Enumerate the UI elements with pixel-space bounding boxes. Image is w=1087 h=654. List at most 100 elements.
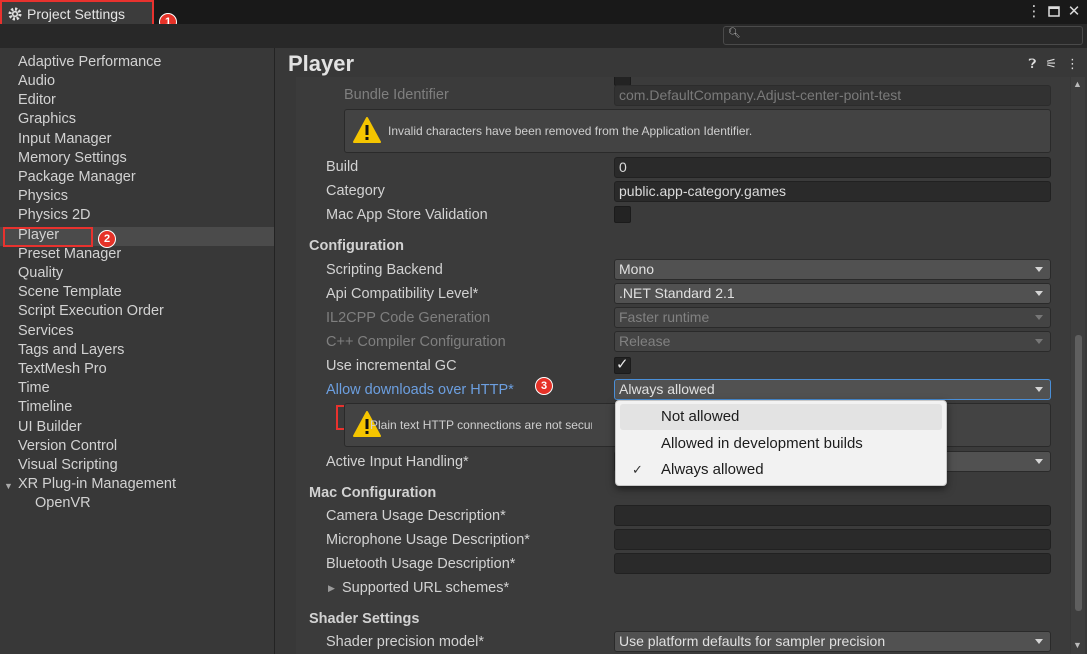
sidebar-item-services[interactable]: Services: [18, 322, 74, 341]
cpp-compiler-dropdown[interactable]: Release: [614, 331, 1051, 352]
scroll-down-icon[interactable]: ▼: [1073, 640, 1082, 650]
allow-http-label: Allow downloads over HTTP*: [326, 382, 514, 398]
sidebar-item-adaptive-performance[interactable]: Adaptive Performance: [18, 53, 161, 72]
configuration-heading: Configuration: [309, 238, 405, 254]
microphone-usage-label: Microphone Usage Description*: [326, 532, 530, 548]
expand-arrow-icon[interactable]: ▶: [328, 583, 335, 594]
scripting-backend-value: Mono: [619, 261, 655, 277]
build-field[interactable]: 0: [614, 157, 1051, 178]
more-vert-icon[interactable]: ⋮: [1066, 56, 1079, 72]
api-compat-dropdown[interactable]: .NET Standard 2.1: [614, 283, 1051, 304]
chevron-down-icon: [1035, 339, 1043, 344]
active-input-label: Active Input Handling*: [326, 454, 469, 470]
il2cpp-codegen-label: IL2CPP Code Generation: [326, 310, 491, 326]
popup-option-label: Always allowed: [661, 461, 764, 478]
more-vert-icon[interactable]: ⋮: [1027, 2, 1042, 20]
close-icon[interactable]: ✕: [1067, 2, 1081, 20]
shader-precision-value: Use platform defaults for sampler precis…: [619, 633, 886, 649]
mac-app-store-validation-label: Mac App Store Validation: [326, 207, 488, 223]
search-row: 🔍︎: [0, 24, 1087, 48]
sidebar-item-xr-plugin-management[interactable]: XR Plug-in Management: [18, 475, 176, 494]
sidebar-item-input-manager[interactable]: Input Manager: [18, 130, 112, 149]
sidebar-item-memory-settings[interactable]: Memory Settings: [18, 149, 127, 168]
sidebar-item-physics-2d[interactable]: Physics 2D: [18, 206, 91, 225]
sidebar-item-tags-and-layers[interactable]: Tags and Layers: [18, 341, 124, 360]
incremental-gc-checkbox[interactable]: ✓: [614, 356, 631, 374]
sidebar: Adaptive Performance Audio Editor Graphi…: [0, 48, 275, 654]
checkmark-icon: ✓: [632, 462, 643, 477]
sidebar-item-timeline[interactable]: Timeline: [18, 398, 72, 417]
window-title: Project Settings: [27, 5, 126, 22]
build-label: Build: [326, 159, 359, 175]
shader-precision-dropdown[interactable]: Use platform defaults for sampler precis…: [614, 631, 1051, 652]
search-icon: 🔍︎: [728, 28, 741, 39]
allow-http-value: Always allowed: [619, 381, 715, 397]
player-highlight-box: [3, 227, 93, 247]
sidebar-item-openvr[interactable]: OpenVR: [35, 494, 91, 513]
project-settings-tab[interactable]: Project Settings: [0, 0, 154, 27]
chevron-down-icon: [1035, 315, 1043, 320]
sidebar-item-audio[interactable]: Audio: [18, 72, 55, 91]
app-id-warning-text: Invalid characters have been removed fro…: [388, 124, 753, 138]
annotation-badge-2: 2: [98, 230, 116, 248]
sidebar-item-quality[interactable]: Quality: [18, 264, 63, 283]
mac-app-store-validation-checkbox[interactable]: [614, 206, 631, 223]
incremental-gc-label: Use incremental GC: [326, 358, 457, 374]
bluetooth-usage-field[interactable]: [614, 553, 1051, 574]
allow-http-popup-menu: Not allowed Allowed in development build…: [615, 400, 947, 486]
category-label: Category: [326, 183, 385, 199]
sidebar-item-textmesh-pro[interactable]: TextMesh Pro: [18, 360, 107, 379]
scrollbar[interactable]: ▲ ▼: [1071, 77, 1085, 654]
chevron-down-icon: [1035, 639, 1043, 644]
search-input[interactable]: 🔍︎: [723, 26, 1083, 45]
api-compat-value: .NET Standard 2.1: [619, 285, 735, 301]
sidebar-item-time[interactable]: Time: [18, 379, 50, 398]
sidebar-item-package-manager[interactable]: Package Manager: [18, 168, 136, 187]
settings-sliders-icon[interactable]: ⚟: [1045, 56, 1057, 72]
maximize-icon[interactable]: [1047, 2, 1061, 20]
bluetooth-usage-label: Bluetooth Usage Description*: [326, 556, 516, 572]
app-id-warning-box: Invalid characters have been removed fro…: [344, 109, 1051, 153]
bundle-identifier-field[interactable]: com.DefaultCompany.Adjust-center-point-t…: [614, 85, 1051, 106]
sidebar-item-scene-template[interactable]: Scene Template: [18, 283, 122, 302]
checkmark-icon: ✓: [616, 356, 629, 373]
chevron-down-icon: [1035, 459, 1043, 464]
chevron-down-icon: [1035, 387, 1043, 392]
main-panel: Player ❓︎ ⚟ ⋮ Bundle Identifier com.Defa…: [276, 48, 1087, 654]
camera-usage-field[interactable]: [614, 505, 1051, 526]
chevron-down-icon: [1035, 291, 1043, 296]
sidebar-item-ui-builder[interactable]: UI Builder: [18, 418, 82, 437]
scroll-thumb[interactable]: [1075, 335, 1082, 611]
sidebar-item-editor[interactable]: Editor: [18, 91, 56, 110]
popup-option-always-allowed[interactable]: ✓ Always allowed: [620, 457, 942, 483]
sidebar-item-script-execution-order[interactable]: Script Execution Order: [18, 302, 164, 321]
sidebar-item-physics[interactable]: Physics: [18, 187, 68, 206]
warning-icon: [353, 117, 381, 143]
shader-settings-heading: Shader Settings: [309, 611, 420, 627]
scripting-backend-label: Scripting Backend: [326, 262, 443, 278]
sidebar-item-visual-scripting[interactable]: Visual Scripting: [18, 456, 118, 475]
page-title: Player: [288, 51, 355, 76]
popup-option-label: Allowed in development builds: [661, 435, 863, 452]
annotation-badge-3: 3: [535, 377, 553, 395]
camera-usage-label: Camera Usage Description*: [326, 508, 506, 524]
bundle-identifier-label: Bundle Identifier: [344, 87, 449, 103]
chevron-down-icon: [1035, 267, 1043, 272]
sidebar-item-graphics[interactable]: Graphics: [18, 110, 76, 129]
gear-icon: [7, 6, 23, 22]
microphone-usage-field[interactable]: [614, 529, 1051, 550]
scroll-up-icon[interactable]: ▲: [1073, 79, 1082, 89]
url-schemes-foldout[interactable]: Supported URL schemes*: [342, 580, 509, 596]
popup-option-not-allowed[interactable]: Not allowed: [620, 404, 942, 430]
allow-http-dropdown[interactable]: Always allowed: [614, 379, 1051, 400]
mac-configuration-heading: Mac Configuration: [309, 485, 437, 501]
expand-arrow-icon[interactable]: ▼: [4, 481, 13, 491]
sidebar-item-version-control[interactable]: Version Control: [18, 437, 117, 456]
il2cpp-codegen-dropdown[interactable]: Faster runtime: [614, 307, 1051, 328]
popup-option-dev-builds[interactable]: Allowed in development builds: [620, 431, 942, 457]
api-compat-label: Api Compatibility Level*: [326, 286, 479, 302]
popup-option-label: Not allowed: [661, 408, 740, 425]
help-icon[interactable]: ❓︎: [1029, 56, 1037, 72]
scripting-backend-dropdown[interactable]: Mono: [614, 259, 1051, 280]
category-field[interactable]: public.app-category.games: [614, 181, 1051, 202]
